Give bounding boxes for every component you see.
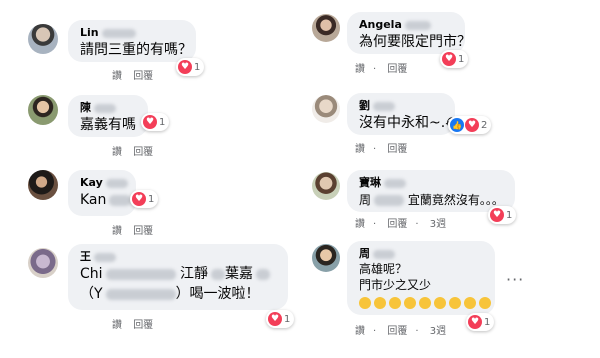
comment-text: 周 宜蘭竟然沒有。。。 <box>359 193 504 207</box>
avatar[interactable] <box>312 172 340 200</box>
avatar[interactable] <box>28 248 58 278</box>
heart-reaction-icon: ♥ <box>442 52 456 66</box>
comment-text: Kan <box>80 190 132 210</box>
commenter-name[interactable]: Angela <box>359 18 453 32</box>
reply-link[interactable]: 回覆 <box>133 147 153 158</box>
comment-text-line-2: （Y ）喝一波啦！ <box>80 286 260 302</box>
right-comment-column: Angela 為何要限定門市？ ♥ 1 讚· 回覆 劉 沒有中永和~.😭 👍 ♥… <box>300 0 600 358</box>
comment-text: 請問三重的有嗎？ <box>80 42 192 58</box>
heart-reaction-icon: ♥ <box>268 312 282 326</box>
comment-bubble: 寶琳 周 宜蘭竟然沒有。。。 <box>347 170 515 212</box>
commenter-name[interactable]: Kay <box>80 176 128 190</box>
avatar[interactable] <box>28 24 58 54</box>
heart-reaction-icon: ♥ <box>490 208 504 222</box>
comment-text: 為何要限定門市？ <box>359 34 471 50</box>
comment-actions: 讚 回覆 <box>112 316 161 331</box>
commenter-name[interactable]: Lin <box>80 26 184 40</box>
more-options-icon[interactable]: ··· <box>506 270 524 289</box>
comment-actions: 讚 回覆 <box>112 67 161 82</box>
comment-bubble: Angela 為何要限定門市？ <box>347 12 471 54</box>
heart-reaction-icon: ♥ <box>132 192 146 206</box>
comment-bubble: 陳 嘉義有嗎 <box>68 95 148 137</box>
commenter-name[interactable]: 周 <box>359 247 483 261</box>
commenter-name[interactable]: 陳 <box>80 101 136 115</box>
avatar[interactable] <box>28 170 58 200</box>
comment-bubble: 王 Chi 江靜 葉嘉 （Y ）喝一波啦！ <box>68 244 288 310</box>
heart-reaction-icon: ♥ <box>465 118 479 132</box>
reply-link[interactable]: 回覆 <box>387 144 407 155</box>
reaction-summary[interactable]: ♥ 1 <box>466 313 495 331</box>
avatar[interactable] <box>312 244 340 272</box>
comment-time[interactable]: 3週 <box>430 219 446 230</box>
like-link[interactable]: 讚 <box>112 320 122 331</box>
heart-reaction-icon: ♥ <box>178 60 192 74</box>
comment-time[interactable]: 3週 <box>430 326 446 337</box>
comment-actions: 讚 回覆 <box>112 222 161 237</box>
reaction-summary[interactable]: ♥ 1 <box>176 58 205 76</box>
comment-actions: 讚 · 回覆 <box>355 64 408 75</box>
comment-bubble: 周 高雄呢？ 門市少之又少 <box>347 241 495 315</box>
comment-text-line-1: 高雄呢？ <box>359 262 408 276</box>
comment-actions: 讚 · 回覆 · 3週 <box>355 326 447 337</box>
heart-reaction-icon: ♥ <box>468 315 482 329</box>
reply-link[interactable]: 回覆 <box>387 219 407 230</box>
like-link[interactable]: 讚 <box>355 144 365 155</box>
comment-actions: 讚 · 回覆 <box>355 144 408 155</box>
pensive-emoji-row <box>359 295 491 313</box>
comment-actions: 讚 回覆 <box>112 143 161 158</box>
like-link[interactable]: 讚 <box>355 64 365 75</box>
like-reaction-icon: 👍 <box>450 118 464 132</box>
reaction-summary[interactable]: ♥ 1 <box>440 50 469 68</box>
like-link[interactable]: 讚 <box>355 326 365 337</box>
commenter-name[interactable]: 寶琳 <box>359 176 503 190</box>
comment-bubble: Lin 請問三重的有嗎？ <box>68 20 196 62</box>
avatar[interactable] <box>312 95 340 123</box>
commenter-name[interactable]: 劉 <box>359 99 443 113</box>
like-link[interactable]: 讚 <box>112 71 122 82</box>
left-comment-column: Lin 請問三重的有嗎？ ♥ 1 讚 回覆 陳 嘉義有嗎 ♥ 1 讚 回覆 Ka… <box>0 0 300 358</box>
reply-link[interactable]: 回覆 <box>133 320 153 331</box>
comment-text: 嘉義有嗎 <box>80 117 136 133</box>
avatar[interactable] <box>312 14 340 42</box>
reaction-summary[interactable]: ♥ 1 <box>130 190 159 208</box>
reply-link[interactable]: 回覆 <box>133 226 153 237</box>
comment-text: 沒有中永和~.😭 <box>359 113 459 133</box>
commenter-name[interactable]: 王 <box>80 250 276 264</box>
avatar[interactable] <box>28 95 58 125</box>
like-link[interactable]: 讚 <box>112 147 122 158</box>
comment-text-line-1: Chi 江靜 葉嘉 <box>80 264 276 284</box>
reply-link[interactable]: 回覆 <box>133 71 153 82</box>
like-link[interactable]: 讚 <box>355 219 365 230</box>
reaction-summary[interactable]: ♥ 1 <box>141 113 170 131</box>
reply-link[interactable]: 回覆 <box>387 326 407 337</box>
reaction-summary[interactable]: ♥ 1 <box>488 206 517 224</box>
comment-bubble: Kay Kan <box>68 170 136 216</box>
reaction-summary[interactable]: 👍 ♥ 2 <box>448 116 492 134</box>
comment-bubble: 劉 沒有中永和~.😭 <box>347 93 459 135</box>
reply-link[interactable]: 回覆 <box>387 64 407 75</box>
like-link[interactable]: 讚 <box>112 226 122 237</box>
comment-text-line-2: 門市少之又少 <box>359 278 432 292</box>
heart-reaction-icon: ♥ <box>143 115 157 129</box>
comment-actions: 讚 · 回覆 · 3週 <box>355 219 447 230</box>
reaction-summary[interactable]: ♥ 1 <box>266 310 295 328</box>
